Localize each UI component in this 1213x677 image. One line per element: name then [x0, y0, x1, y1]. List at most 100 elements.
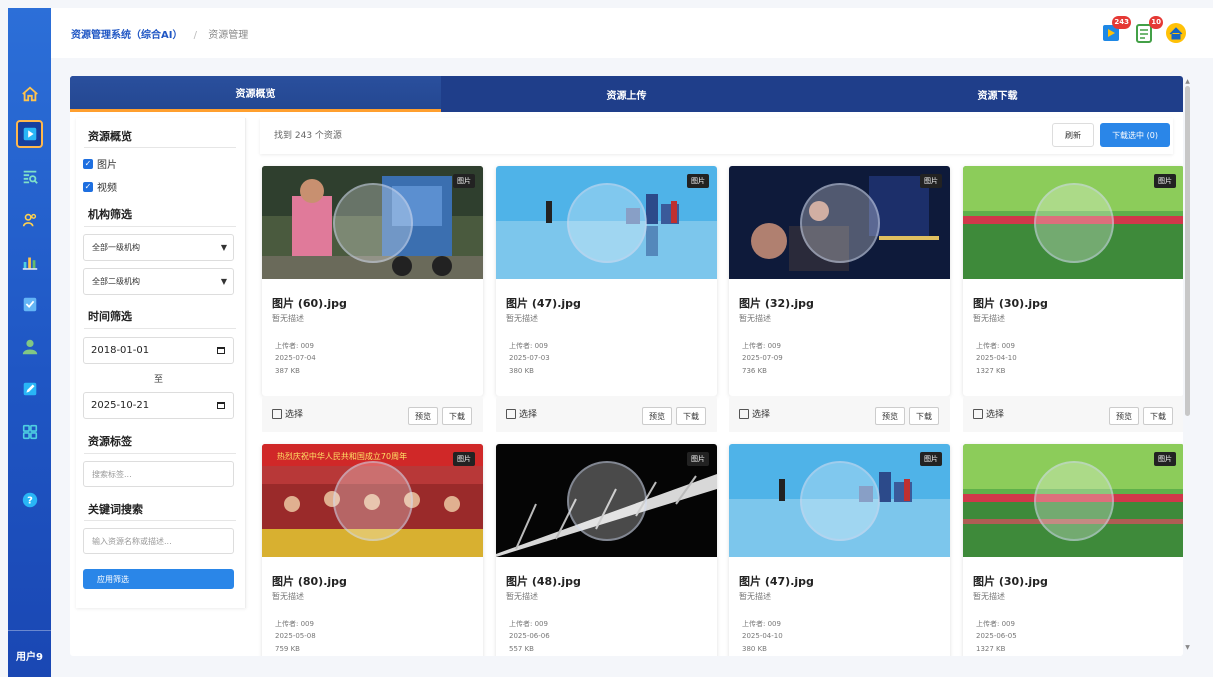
resource-size: 380 KB — [509, 367, 534, 375]
resource-description: 暂无描述 — [973, 592, 1005, 601]
video-notification-icon[interactable]: 243 — [1101, 16, 1131, 44]
document-notification-icon[interactable]: 10 — [1133, 16, 1163, 44]
play-icon[interactable] — [8, 120, 51, 148]
org-level1-value: 全部一级机构 — [92, 243, 140, 252]
search-list-icon[interactable] — [8, 163, 51, 191]
tab-download[interactable]: 资源下载 — [812, 76, 1183, 112]
tab-overview[interactable]: 资源概览 — [70, 76, 441, 112]
resource-date: 2025-06-05 — [976, 632, 1017, 640]
chart-icon[interactable] — [8, 248, 51, 276]
resource-name: 图片 (48).jpg — [506, 575, 581, 588]
download-button[interactable]: 下载 — [909, 407, 939, 425]
user-label[interactable]: 用户9 — [8, 648, 51, 663]
tab-bar: 资源概览 资源上传 资源下载 — [70, 76, 1183, 112]
results-toolbar: 找到 243 个资源 刷新 下载选中 (0) — [260, 118, 1173, 154]
org-level2-select[interactable]: 全部二级机构 ▼ — [83, 268, 234, 295]
thumbnail-image[interactable]: 图片 — [729, 166, 950, 279]
main-panel: 资源概览 资源上传 资源下载 资源概览 ✓ 图片 ✓ 视频 机构筛选 全部一级机… — [70, 76, 1183, 656]
thumbnail-image[interactable]: 图片 — [963, 444, 1183, 557]
download-button[interactable]: 下载 — [442, 407, 472, 425]
preview-button[interactable]: 预览 — [875, 407, 905, 425]
resource-description: 暂无描述 — [272, 592, 304, 601]
thumbnail-image[interactable]: 图片 — [496, 444, 717, 557]
time-heading: 时间筛选 — [88, 310, 132, 323]
resource-card[interactable]: 图片 图片 (47).jpg 暂无描述 上传者: 009 2025-07-03 … — [496, 166, 717, 396]
resource-date: 2025-07-09 — [742, 354, 783, 362]
download-button[interactable]: 下载 — [1143, 407, 1173, 425]
date-from-input[interactable]: 2018-01-01 — [83, 337, 234, 364]
type-video-checkbox[interactable]: ✓ 视频 — [83, 179, 117, 194]
breadcrumb: 资源管理系统（综合AI） / 资源管理 — [71, 26, 248, 41]
resource-name: 图片 (32).jpg — [739, 297, 814, 310]
thumbnail-image[interactable]: 热烈庆祝中华人民共和国成立70周年 图片 — [262, 444, 483, 557]
resource-uploader: 上传者: 009 — [742, 620, 781, 628]
document-badge: 10 — [1149, 16, 1163, 29]
checkbox-icon — [973, 408, 983, 419]
thumbnail-image[interactable]: 图片 — [963, 166, 1183, 279]
resource-card[interactable]: 图片 图片 (47).jpg 暂无描述 上传者: 009 2025-04-10 … — [729, 444, 950, 656]
banner-text: 热烈庆祝中华人民共和国成立70周年 — [277, 451, 407, 461]
preview-button[interactable]: 预览 — [408, 407, 438, 425]
card-footer: 选择 预览 下载 — [496, 396, 717, 434]
preview-button[interactable]: 预览 — [642, 407, 672, 425]
home-shortcut-icon[interactable] — [1165, 22, 1187, 44]
resource-description: 暂无描述 — [506, 314, 538, 323]
resource-card[interactable]: 图片 图片 (30).jpg 暂无描述 上传者: 009 2025-06-05 … — [963, 444, 1183, 656]
watermark-logo — [799, 460, 880, 541]
resource-uploader: 上传者: 009 — [509, 620, 548, 628]
tag-heading: 资源标签 — [88, 435, 132, 448]
select-checkbox[interactable]: 选择 — [506, 407, 537, 420]
preview-button[interactable]: 预览 — [1109, 407, 1139, 425]
svg-text:?: ? — [27, 496, 33, 507]
select-checkbox[interactable]: 选择 — [739, 407, 770, 420]
download-selected-button[interactable]: 下载选中 (0) — [1100, 123, 1170, 147]
users-icon[interactable] — [8, 206, 51, 234]
date-to-input[interactable]: 2025-10-21 — [83, 392, 234, 419]
scroll-down-icon[interactable]: ▼ — [1184, 644, 1191, 651]
divider — [84, 226, 236, 227]
person-icon[interactable] — [8, 333, 51, 361]
clipboard-check-icon[interactable] — [8, 290, 51, 318]
scroll-thumb[interactable] — [1185, 86, 1190, 416]
resource-card[interactable]: 图片 图片 (60).jpg 暂无描述 上传者: 009 2025-07-04 … — [262, 166, 483, 396]
refresh-button[interactable]: 刷新 — [1052, 123, 1094, 147]
checkbox-checked-icon: ✓ — [83, 181, 93, 192]
resource-card[interactable]: 图片 图片 (48).jpg 暂无描述 上传者: 009 2025-06-06 … — [496, 444, 717, 656]
select-checkbox[interactable]: 选择 — [973, 407, 1004, 420]
rail-divider — [8, 630, 51, 631]
apply-filter-button[interactable]: 应用筛选 — [83, 569, 234, 589]
help-icon[interactable]: ? — [8, 486, 51, 514]
thumbnail-image[interactable]: 图片 — [729, 444, 950, 557]
download-button[interactable]: 下载 — [676, 407, 706, 425]
watermark-logo — [1033, 182, 1114, 263]
type-image-checkbox[interactable]: ✓ 图片 — [83, 156, 117, 171]
resource-card[interactable]: 图片 图片 (30).jpg 暂无描述 上传者: 009 2025-04-10 … — [963, 166, 1183, 396]
resource-size: 380 KB — [742, 645, 767, 653]
thumbnail-image[interactable]: 图片 — [496, 166, 717, 279]
resource-uploader: 上传者: 009 — [976, 342, 1015, 350]
resource-size: 1327 KB — [976, 645, 1006, 653]
resource-card[interactable]: 热烈庆祝中华人民共和国成立70周年 图片 图片 (80).jpg 暂无描述 上传… — [262, 444, 483, 656]
resource-date: 2025-06-06 — [509, 632, 550, 640]
results-count: 找到 243 个资源 — [274, 131, 342, 141]
tag-search-input[interactable]: 搜索标签... — [83, 461, 234, 487]
select-label: 选择 — [519, 410, 538, 420]
home-icon[interactable] — [8, 80, 51, 108]
type-video-label: 视频 — [97, 183, 117, 194]
resource-card[interactable]: 图片 图片 (32).jpg 暂无描述 上传者: 009 2025-07-09 … — [729, 166, 950, 396]
resource-name: 图片 (47).jpg — [739, 575, 814, 588]
select-checkbox[interactable]: 选择 — [272, 407, 303, 420]
calendar-icon[interactable] — [217, 402, 225, 409]
thumbnail-image[interactable]: 图片 — [262, 166, 483, 279]
checkbox-icon — [506, 408, 516, 419]
keyword-search-input[interactable]: 输入资源名称或描述... — [83, 528, 234, 554]
edit-icon[interactable] — [8, 375, 51, 403]
grid-icon[interactable] — [8, 418, 51, 446]
page-scrollbar[interactable]: ▲ ▼ — [1184, 78, 1191, 651]
tab-upload[interactable]: 资源上传 — [441, 76, 812, 112]
resource-size: 736 KB — [742, 367, 767, 375]
org-level1-select[interactable]: 全部一级机构 ▼ — [83, 234, 234, 261]
scroll-up-icon[interactable]: ▲ — [1184, 78, 1191, 85]
calendar-icon[interactable] — [217, 347, 225, 354]
breadcrumb-home[interactable]: 资源管理系统（综合AI） — [71, 30, 182, 41]
